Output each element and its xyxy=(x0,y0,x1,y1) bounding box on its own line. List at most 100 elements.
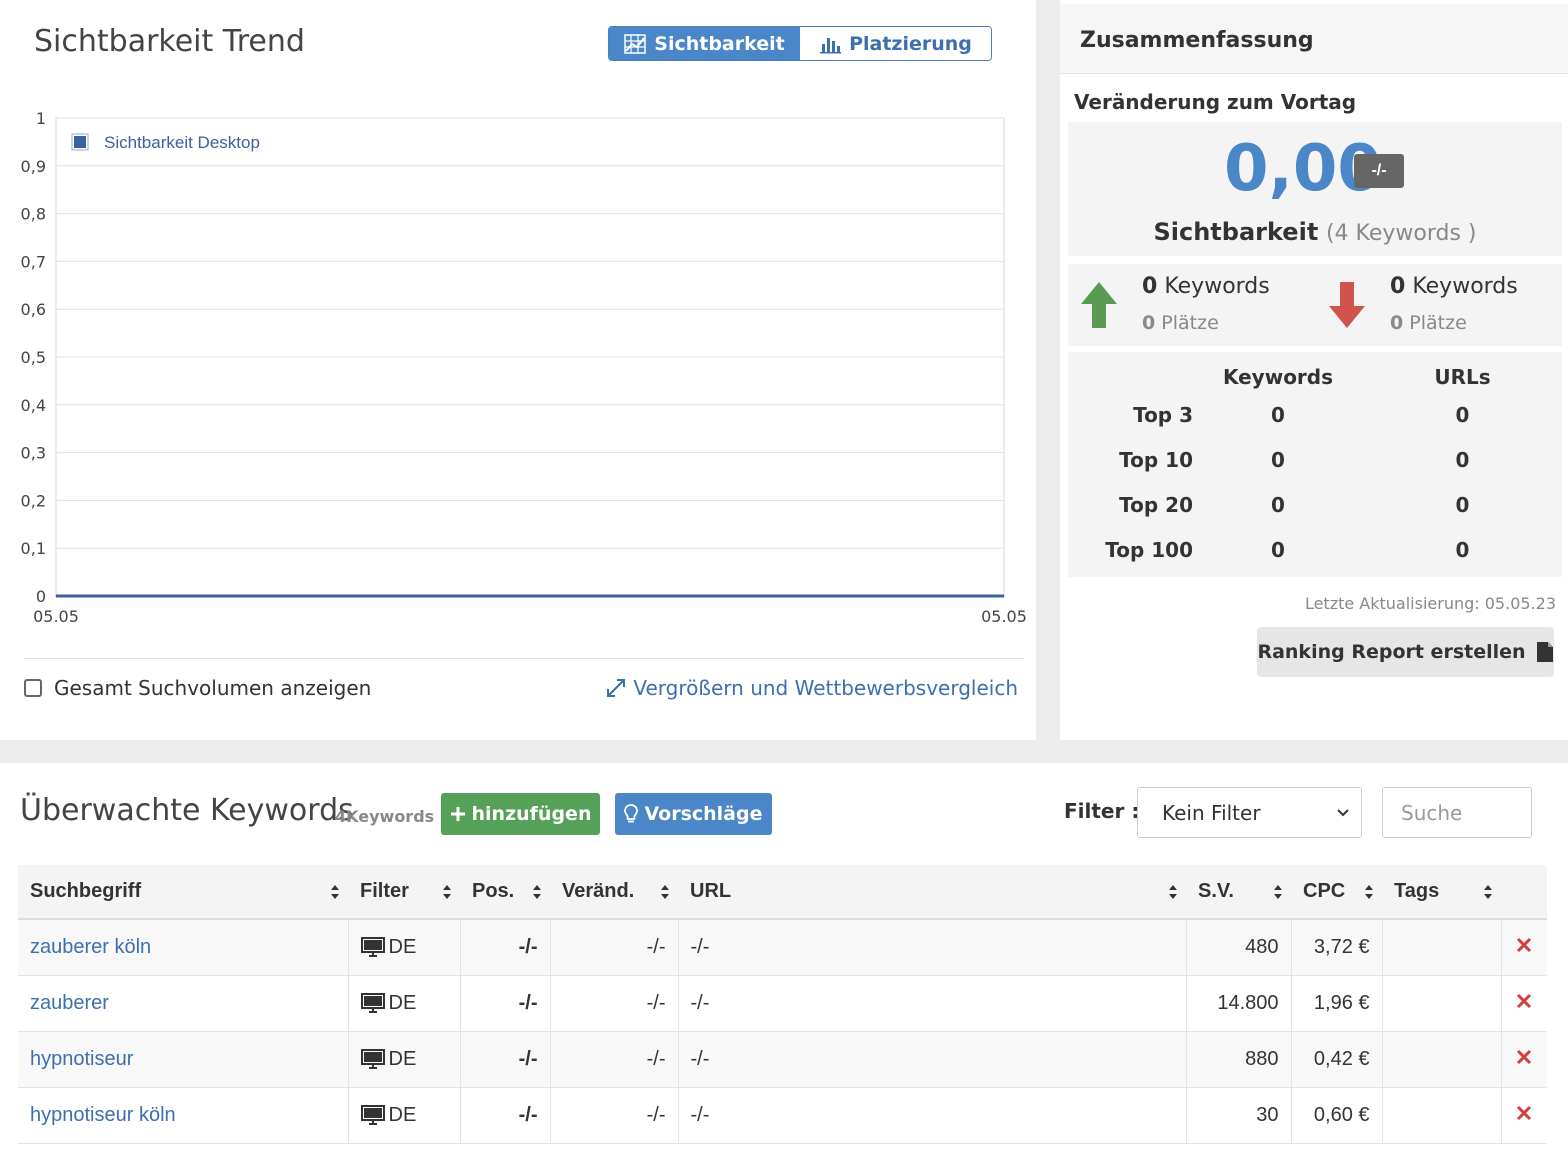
keyword-search-volume: 30 xyxy=(1185,1087,1291,1143)
top-rank-keywords: 0 xyxy=(1271,402,1285,427)
keyword-country: DE xyxy=(388,935,417,958)
top-rank-row: Top 20 0 0 xyxy=(1068,482,1562,527)
filter-label: Filter : xyxy=(1064,799,1140,823)
add-keyword-label: hinzufügen xyxy=(471,803,592,825)
keyword-tags xyxy=(1381,1087,1501,1143)
chart-svg: 10,90,80,70,60,50,40,30,20,1005.05 05.05S… xyxy=(21,109,1027,626)
suggestions-button[interactable]: Vorschläge xyxy=(615,793,772,835)
y-tick-label: 0,8 xyxy=(21,205,46,224)
toggle-placement-button[interactable]: Platzierung xyxy=(800,27,991,60)
add-keyword-button[interactable]: hinzufügen xyxy=(441,793,600,835)
keyword-search-volume: 880 xyxy=(1185,1031,1291,1087)
keyword-term-link[interactable]: hypnotiseur xyxy=(30,1048,133,1070)
col-cpc[interactable]: CPC xyxy=(1291,865,1382,919)
y-tick-label: 0,3 xyxy=(21,444,46,463)
col-tags[interactable]: Tags xyxy=(1382,865,1501,919)
keyword-position: -/- xyxy=(459,975,550,1031)
keywords-title: Überwachte Keywords xyxy=(20,793,354,828)
col-sv[interactable]: S.V. xyxy=(1186,865,1291,919)
toggle-visibility-button[interactable]: Sichtbarkeit xyxy=(609,27,800,60)
delete-icon[interactable] xyxy=(1516,1105,1532,1121)
sort-icon[interactable] xyxy=(442,883,452,906)
delete-keyword-cell xyxy=(1500,1031,1547,1087)
sort-icon[interactable] xyxy=(660,883,670,906)
keyword-change: -/- xyxy=(549,975,678,1031)
y-tick-label: 0 xyxy=(36,587,46,606)
y-tick-label: 0,4 xyxy=(21,396,46,415)
keyword-url: -/- xyxy=(677,1031,1186,1087)
show-volume-toggle[interactable]: Gesamt Suchvolumen anzeigen xyxy=(24,676,371,700)
keyword-filter-cell: DE xyxy=(347,919,460,975)
suggestions-label: Vorschläge xyxy=(644,803,763,825)
arrow-down-icon xyxy=(1329,282,1365,328)
y-tick-label: 0,1 xyxy=(21,539,46,558)
sort-arrows-icon xyxy=(533,885,541,899)
sort-icon[interactable] xyxy=(1273,883,1283,906)
sort-icon[interactable] xyxy=(1168,883,1178,906)
keyword-cpc: 1,96 € xyxy=(1290,975,1382,1031)
sort-icon[interactable] xyxy=(532,883,542,906)
summary-title: Zusammenfassung xyxy=(1080,28,1314,53)
sort-arrows-icon xyxy=(331,885,339,899)
expand-icon xyxy=(607,679,626,697)
delete-icon[interactable] xyxy=(1516,993,1532,1009)
filter-select[interactable]: Kein Filter xyxy=(1137,787,1362,838)
keyword-term-link[interactable]: zauberer köln xyxy=(30,936,151,958)
legend-label[interactable]: Sichtbarkeit Desktop xyxy=(104,133,260,152)
keyword-search-volume: 14.800 xyxy=(1185,975,1291,1031)
sort-arrows-icon xyxy=(1169,885,1177,899)
keyword-country: DE xyxy=(388,1103,417,1126)
y-tick-label: 0,2 xyxy=(21,491,46,510)
col-suchbegriff[interactable]: Suchbegriff xyxy=(18,865,348,919)
delete-icon[interactable] xyxy=(1516,937,1532,953)
toggle-placement-label: Platzierung xyxy=(849,32,972,55)
top-rank-urls: 0 xyxy=(1455,492,1470,517)
keyword-cpc: 0,42 € xyxy=(1290,1031,1382,1087)
col-filter[interactable]: Filter xyxy=(348,865,460,919)
sort-icon[interactable] xyxy=(330,883,340,906)
search-input[interactable] xyxy=(1382,787,1532,838)
top-rank-label: Top 3 xyxy=(1133,402,1193,427)
up-places: 0 xyxy=(1142,312,1156,334)
sort-arrows-icon xyxy=(1484,885,1492,899)
chart-mode-toggle: Sichtbarkeit Platzierung xyxy=(608,26,992,61)
col-change[interactable]: Veränd. xyxy=(550,865,678,919)
ranking-report-button[interactable]: Ranking Report erstellen xyxy=(1257,627,1554,677)
top-rank-row: Top 10 0 0 xyxy=(1068,437,1562,482)
grid-chart-icon xyxy=(624,33,647,54)
top-col-keywords: Keywords xyxy=(1222,365,1334,389)
plus-icon xyxy=(450,807,465,821)
keyword-term-cell: hypnotiseur xyxy=(18,1031,348,1087)
keyword-filter-cell: DE xyxy=(347,1031,460,1087)
keyword-term-link[interactable]: zauberer xyxy=(30,992,109,1014)
keyword-term-cell: hypnotiseur köln xyxy=(18,1087,348,1143)
delete-keyword-cell xyxy=(1500,919,1547,975)
x-tick-label: 05.05 xyxy=(981,607,1027,626)
y-tick-label: 1 xyxy=(36,109,46,128)
down-places: 0 xyxy=(1390,312,1404,334)
filter-value: Kein Filter xyxy=(1162,800,1261,825)
top-rank-urls: 0 xyxy=(1455,537,1470,562)
table-row: hypnotiseur köln DE -/- -/- -/- 30 0,60 € xyxy=(18,1087,1547,1143)
show-volume-checkbox[interactable] xyxy=(24,679,42,697)
col-url[interactable]: URL xyxy=(678,865,1186,919)
up-count: 0 xyxy=(1142,274,1158,299)
top-rank-urls: 0 xyxy=(1455,402,1470,427)
enlarge-compare-link[interactable]: Vergrößern und Wettbewerbsvergleich xyxy=(605,676,1018,700)
data-point xyxy=(55,595,57,597)
metric-sub: (4 Keywords ) xyxy=(1325,221,1477,246)
trend-title: Sichtbarkeit Trend xyxy=(34,24,305,59)
keyword-country: DE xyxy=(388,991,417,1014)
keyword-term-link[interactable]: hypnotiseur köln xyxy=(30,1104,176,1126)
sort-icon[interactable] xyxy=(1364,883,1374,906)
table-row: zauberer köln DE -/- -/- -/- 480 3,72 € xyxy=(18,919,1547,975)
col-pos[interactable]: Pos. xyxy=(460,865,550,919)
x-tick-label: 05.05 xyxy=(33,607,79,626)
keyword-term-cell: zauberer xyxy=(18,975,348,1031)
visibility-score-box: 0,00 -/- Sichtbarkeit (4 Keywords ) xyxy=(1068,122,1562,256)
keyword-position: -/- xyxy=(459,919,550,975)
delete-icon[interactable] xyxy=(1516,1049,1532,1065)
top-rank-keywords: 0 xyxy=(1271,537,1285,562)
sort-icon[interactable] xyxy=(1483,883,1493,906)
bar-chart-icon xyxy=(820,37,842,53)
